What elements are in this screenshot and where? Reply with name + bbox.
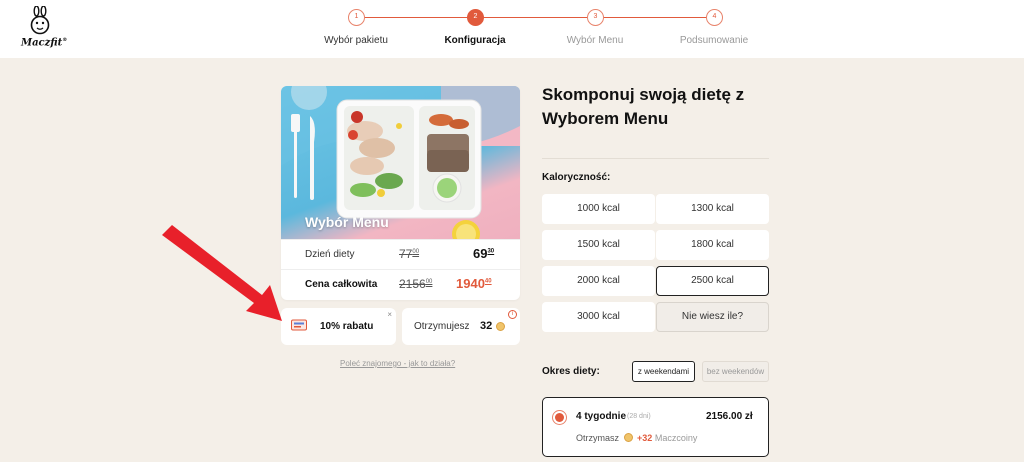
info-icon[interactable]: i	[508, 310, 517, 319]
plan-radio[interactable]	[555, 413, 564, 422]
discount-close-icon[interactable]: ×	[387, 310, 392, 319]
kcal-1800-button[interactable]: 1800 kcal	[656, 230, 769, 260]
step-2-label[interactable]: Konfiguracja	[444, 35, 505, 46]
step-1-dot[interactable]: 1	[348, 9, 365, 26]
stepper-line	[364, 17, 715, 18]
kcal-2500-button[interactable]: 2500 kcal	[656, 266, 769, 296]
plan-coins-amount: +32	[637, 433, 653, 443]
total-price-old: 215600	[399, 277, 433, 291]
kcal-help-button[interactable]: Nie wiesz ile?	[656, 302, 769, 332]
plan-coins-unit: Maczcoiny	[654, 433, 698, 443]
plan-coins-row: Otrzymasz +32 Maczcoiny	[576, 433, 697, 443]
step-4-dot[interactable]: 4	[706, 9, 723, 26]
kcal-3000-button[interactable]: 3000 kcal	[542, 302, 655, 332]
step-4-label[interactable]: Podsumowanie	[680, 35, 748, 46]
maczcoin-icon	[496, 322, 505, 331]
plan-option-4-weeks[interactable]: 4 tygodnie (28 dni) 2156.00 zł Otrzymasz…	[542, 397, 769, 457]
kcal-1300-button[interactable]: 1300 kcal	[656, 194, 769, 224]
maczcoin-icon	[623, 433, 633, 442]
step-3-dot[interactable]: 3	[587, 9, 604, 26]
coins-card: Otrzymujesz 32 i	[402, 308, 520, 345]
referral-link[interactable]: Poleć znajomego - jak to działa?	[340, 359, 455, 368]
total-price-label: Cena całkowita	[305, 279, 378, 290]
day-price-new: 6930	[473, 246, 495, 261]
day-price-row: Dzień diety 7700 6930	[281, 239, 520, 269]
kcal-2000-button[interactable]: 2000 kcal	[542, 266, 655, 296]
annotation-arrow-icon	[162, 225, 282, 321]
kcal-1000-button[interactable]: 1000 kcal	[542, 194, 655, 224]
kcal-1500-button[interactable]: 1500 kcal	[542, 230, 655, 260]
coins-value: 32	[480, 320, 493, 332]
calories-label: Kaloryczność:	[542, 172, 611, 183]
section-divider	[542, 158, 769, 159]
plan-name: 4 tygodnie	[576, 411, 627, 422]
discount-label: 10% rabatu	[320, 321, 374, 332]
checkout-stepper: 1 2 3 4 Wybór pakietu Konfiguracja Wybór…	[0, 0, 1024, 58]
day-price-label: Dzień diety	[305, 249, 355, 260]
with-weekends-toggle[interactable]: z weekendami	[632, 361, 695, 382]
discount-card[interactable]: 10% rabatu ×	[281, 308, 396, 345]
period-label: Okres diety:	[542, 366, 600, 377]
step-2-dot[interactable]: 2	[467, 9, 484, 26]
plan-receive-label: Otrzymasz	[576, 433, 620, 443]
product-card: Wybór Menu Dzień diety 7700 6930 Cena ca…	[281, 86, 520, 300]
step-3-label[interactable]: Wybór Menu	[567, 35, 624, 46]
total-price-row: Cena całkowita 215600 194040	[281, 269, 520, 299]
plan-price: 2156.00 zł	[706, 411, 753, 422]
discount-ticket-icon	[291, 319, 307, 331]
config-title: Skomponuj swoją dietę z Wyborem Menu	[542, 85, 745, 128]
coins-label: Otrzymujesz	[414, 321, 470, 332]
step-1-label[interactable]: Wybór pakietu	[324, 35, 388, 46]
without-weekends-toggle[interactable]: bez weekendów	[702, 361, 769, 382]
total-price-new: 194040	[456, 276, 492, 291]
meal-photo: Wybór Menu	[281, 86, 520, 239]
product-title: Wybór Menu	[305, 214, 389, 230]
top-header: Maczfit® 1 2 3 4 Wybór pakietu Konfigura…	[0, 0, 1024, 58]
plan-days: (28 dni)	[627, 413, 651, 420]
day-price-old: 7700	[399, 247, 420, 261]
